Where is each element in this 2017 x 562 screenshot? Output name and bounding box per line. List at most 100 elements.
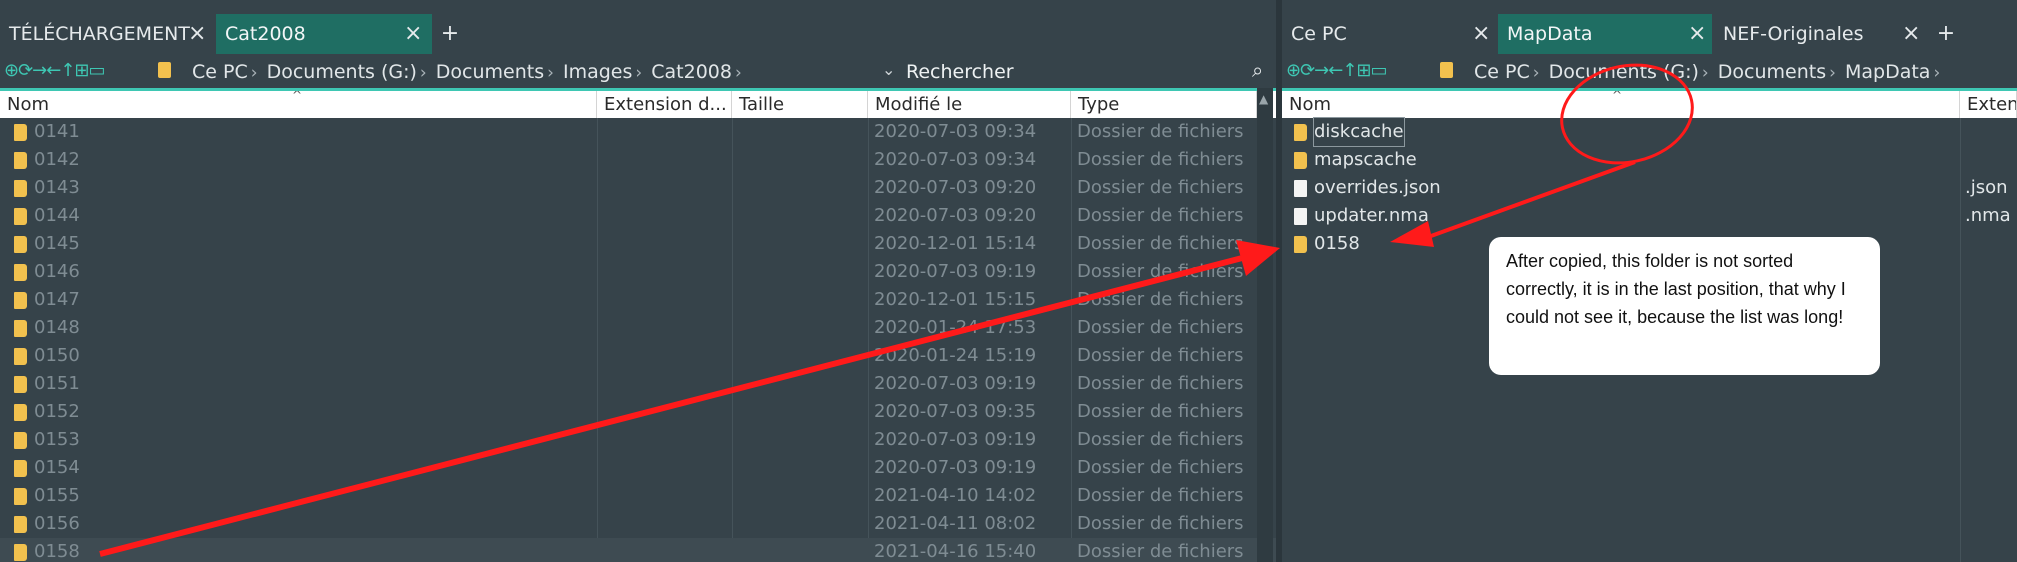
table-row[interactable]: updater.nma .nma: [1282, 202, 2017, 230]
modified-date: 2020-01-24 17:53: [874, 317, 1037, 338]
folder-icon: [14, 124, 27, 141]
file-type: Dossier de fichiers: [1077, 205, 1244, 226]
file-name: diskcache: [1313, 117, 1405, 147]
close-icon[interactable]: ×: [1688, 14, 1706, 54]
file-type: Dossier de fichiers: [1077, 429, 1244, 450]
tab-label: Ce PC: [1291, 23, 1347, 45]
file-type: Dossier de fichiers: [1077, 373, 1244, 394]
breadcrumb-item[interactable]: Documents (G:): [267, 61, 417, 83]
tab-label: NEF-Originales: [1723, 23, 1864, 45]
breadcrumb-item[interactable]: MapData: [1845, 61, 1930, 83]
folder-icon: [14, 488, 27, 505]
table-row[interactable]: 0150 2020-01-24 15:19 Dossier de fichiers: [0, 342, 1276, 370]
left-scrollbar[interactable]: ▲: [1257, 88, 1273, 562]
breadcrumb-item[interactable]: Images: [563, 61, 632, 83]
scroll-up-icon[interactable]: ▲: [1259, 92, 1268, 106]
table-row[interactable]: 0156 2021-04-11 08:02 Dossier de fichiers: [0, 510, 1276, 538]
tab-mapdata[interactable]: MapData ×: [1498, 14, 1712, 54]
table-row[interactable]: 0142 2020-07-03 09:34 Dossier de fichiers: [0, 146, 1276, 174]
column-label: Modifié le: [875, 94, 963, 115]
file-type: Dossier de fichiers: [1077, 289, 1244, 310]
column-extension[interactable]: Extension d...: [597, 91, 732, 118]
table-row[interactable]: 0143 2020-07-03 09:20 Dossier de fichiers: [0, 174, 1276, 202]
folder-icon: [1294, 236, 1307, 253]
chevron-down-icon[interactable]: ⌄: [882, 60, 895, 79]
file-type: Dossier de fichiers: [1077, 485, 1244, 506]
breadcrumb-item[interactable]: Cat2008: [651, 61, 732, 83]
breadcrumb-item[interactable]: Ce PC: [192, 61, 248, 83]
column-label: Nom: [7, 94, 50, 115]
modified-date: 2020-01-24 15:19: [874, 345, 1037, 366]
file-type: Dossier de fichiers: [1077, 541, 1244, 562]
breadcrumb-item[interactable]: Documents: [1718, 61, 1826, 83]
file-name: 0158: [34, 541, 80, 562]
column-type[interactable]: Type: [1071, 91, 1257, 118]
table-row[interactable]: 0141 2020-07-03 09:34 Dossier de fichiers: [0, 118, 1276, 146]
column-name[interactable]: Nom ^: [0, 91, 597, 118]
file-type: Dossier de fichiers: [1077, 457, 1244, 478]
modified-date: 2020-12-01 15:14: [874, 233, 1037, 254]
close-icon[interactable]: ×: [1472, 14, 1490, 54]
file-extension: .nma: [1965, 205, 2011, 226]
table-row[interactable]: 0155 2021-04-10 14:02 Dossier de fichiers: [0, 482, 1276, 510]
file-extension: [1965, 230, 2017, 258]
nav-toolbar-icons[interactable]: ⊕⟳→←↑⊞▭: [1286, 60, 1387, 84]
table-row[interactable]: 0146 2020-07-03 09:19 Dossier de fichiers: [0, 258, 1276, 286]
folder-icon: [14, 432, 27, 449]
folder-icon: [14, 180, 27, 197]
table-row[interactable]: 0153 2020-07-03 09:19 Dossier de fichiers: [0, 426, 1276, 454]
folder-icon: [14, 292, 27, 309]
tab-ce-pc[interactable]: Ce PC ×: [1282, 14, 1496, 54]
column-size[interactable]: Taille: [732, 91, 868, 118]
column-label: Type: [1078, 94, 1120, 115]
table-row[interactable]: 0152 2020-07-03 09:35 Dossier de fichiers: [0, 398, 1276, 426]
modified-date: 2021-04-10 14:02: [874, 485, 1037, 506]
folder-icon: [14, 236, 27, 253]
column-label: Nom: [1289, 94, 1332, 115]
modified-date: 2020-07-03 09:19: [874, 373, 1037, 394]
tab-nef-originales[interactable]: NEF-Originales ×: [1714, 14, 1928, 54]
table-row[interactable]: 0158 2021-04-16 15:40 Dossier de fichiers: [0, 538, 1276, 562]
column-name[interactable]: Nom ^: [1282, 91, 1960, 118]
nav-toolbar-icons[interactable]: ⊕⟳→←↑⊞▭: [4, 60, 105, 84]
file-name: 0146: [34, 261, 80, 282]
column-label: Extension d...: [604, 94, 727, 115]
folder-icon: [1440, 62, 1453, 78]
breadcrumb-item[interactable]: Documents: [436, 61, 544, 83]
folder-icon: [14, 320, 27, 337]
folder-icon: [14, 404, 27, 421]
breadcrumb: Ce PC › Documents (G:) › Documents › MapDat…: [1474, 61, 1941, 83]
table-row[interactable]: 0147 2020-12-01 15:15 Dossier de fichiers: [0, 286, 1276, 314]
table-row[interactable]: overrides.json .json: [1282, 174, 2017, 202]
table-row[interactable]: 0154 2020-07-03 09:19 Dossier de fichiers: [0, 454, 1276, 482]
folder-icon: [14, 348, 27, 365]
table-row[interactable]: 0144 2020-07-03 09:20 Dossier de fichiers: [0, 202, 1276, 230]
search-input[interactable]: [904, 58, 1256, 86]
tab-cat2008[interactable]: Cat2008 ×: [216, 14, 432, 54]
table-row[interactable]: 0148 2020-01-24 17:53 Dossier de fichiers: [0, 314, 1276, 342]
close-icon[interactable]: ×: [188, 14, 206, 54]
close-icon[interactable]: ×: [404, 14, 422, 54]
table-row[interactable]: diskcache: [1282, 117, 2017, 147]
column-extension[interactable]: Extens: [1960, 91, 2017, 118]
column-modified[interactable]: Modifié le: [868, 91, 1071, 118]
new-tab-button[interactable]: +: [1930, 14, 1962, 54]
table-row[interactable]: mapscache: [1282, 146, 2017, 174]
tab-label: MapData: [1507, 23, 1593, 45]
file-type: Dossier de fichiers: [1077, 149, 1244, 170]
modified-date: 2021-04-16 15:40: [874, 541, 1037, 562]
file-type: Dossier de fichiers: [1077, 261, 1244, 282]
file-name: 0150: [34, 345, 80, 366]
tab-telechargement[interactable]: TÉLÉCHARGEMENT ×: [0, 14, 212, 54]
breadcrumb-item[interactable]: Ce PC: [1474, 61, 1530, 83]
breadcrumb-item[interactable]: Documents (G:): [1549, 61, 1699, 83]
file-extension: .json: [1965, 177, 2008, 198]
close-icon[interactable]: ×: [1902, 14, 1920, 54]
table-row[interactable]: 0151 2020-07-03 09:19 Dossier de fichiers: [0, 370, 1276, 398]
search-icon[interactable]: ⌕: [1252, 58, 1263, 82]
folder-icon: [1294, 124, 1307, 141]
new-tab-button[interactable]: +: [434, 14, 466, 54]
table-row[interactable]: 0145 2020-12-01 15:14 Dossier de fichiers: [0, 230, 1276, 258]
file-name: 0144: [34, 205, 80, 226]
file-name: mapscache: [1314, 149, 1417, 170]
